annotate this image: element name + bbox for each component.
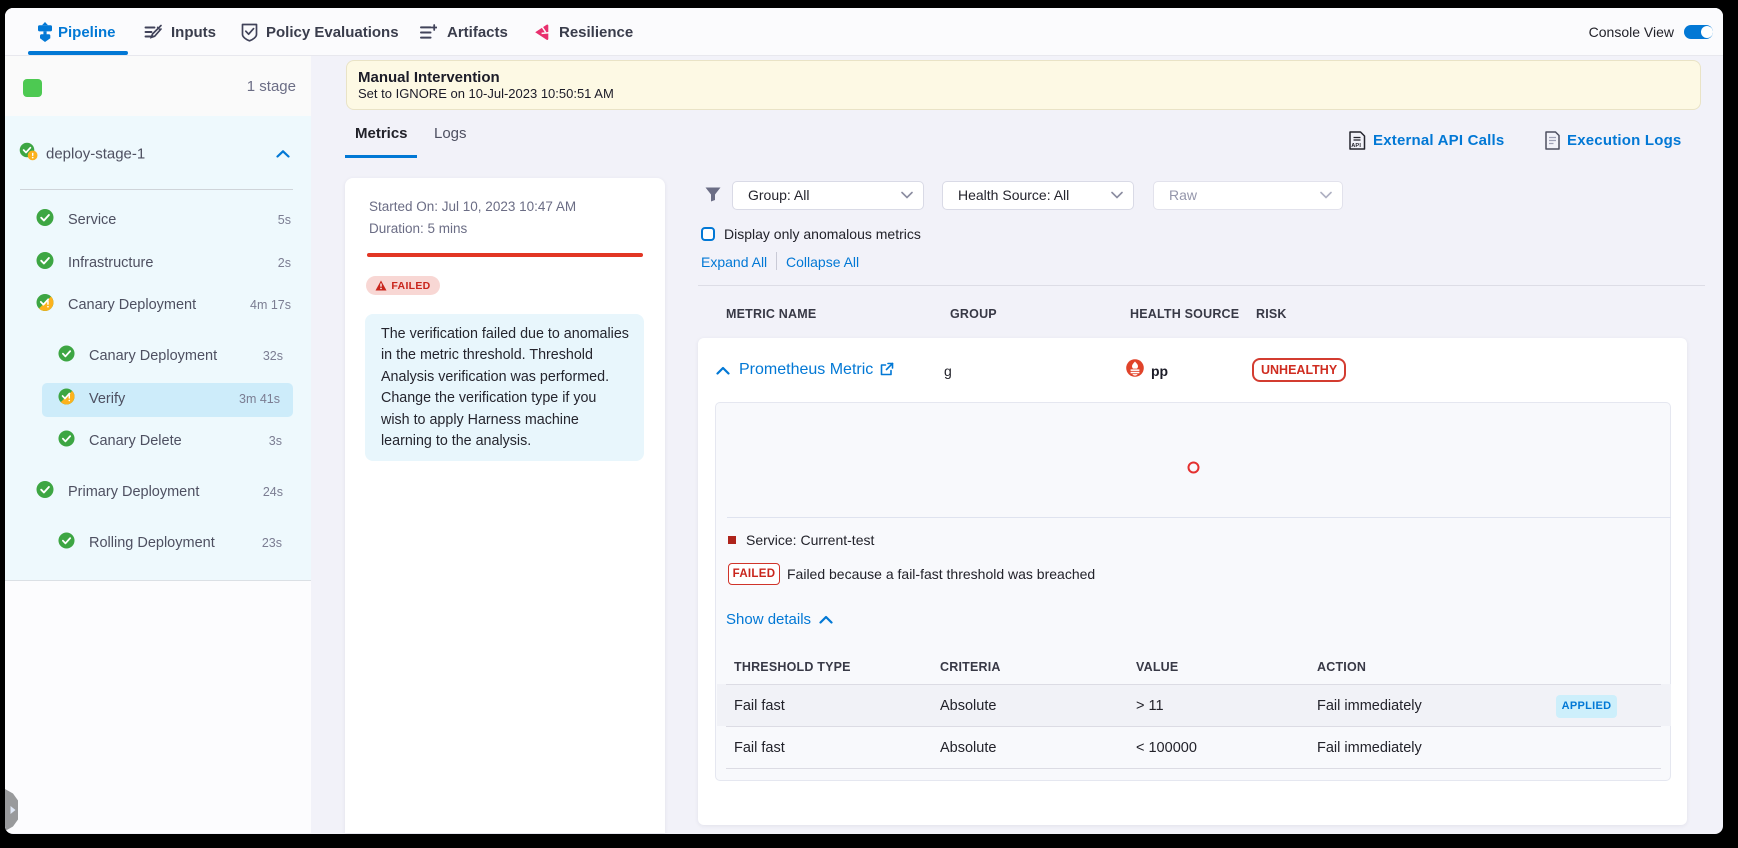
svg-text:API: API <box>1351 143 1361 149</box>
